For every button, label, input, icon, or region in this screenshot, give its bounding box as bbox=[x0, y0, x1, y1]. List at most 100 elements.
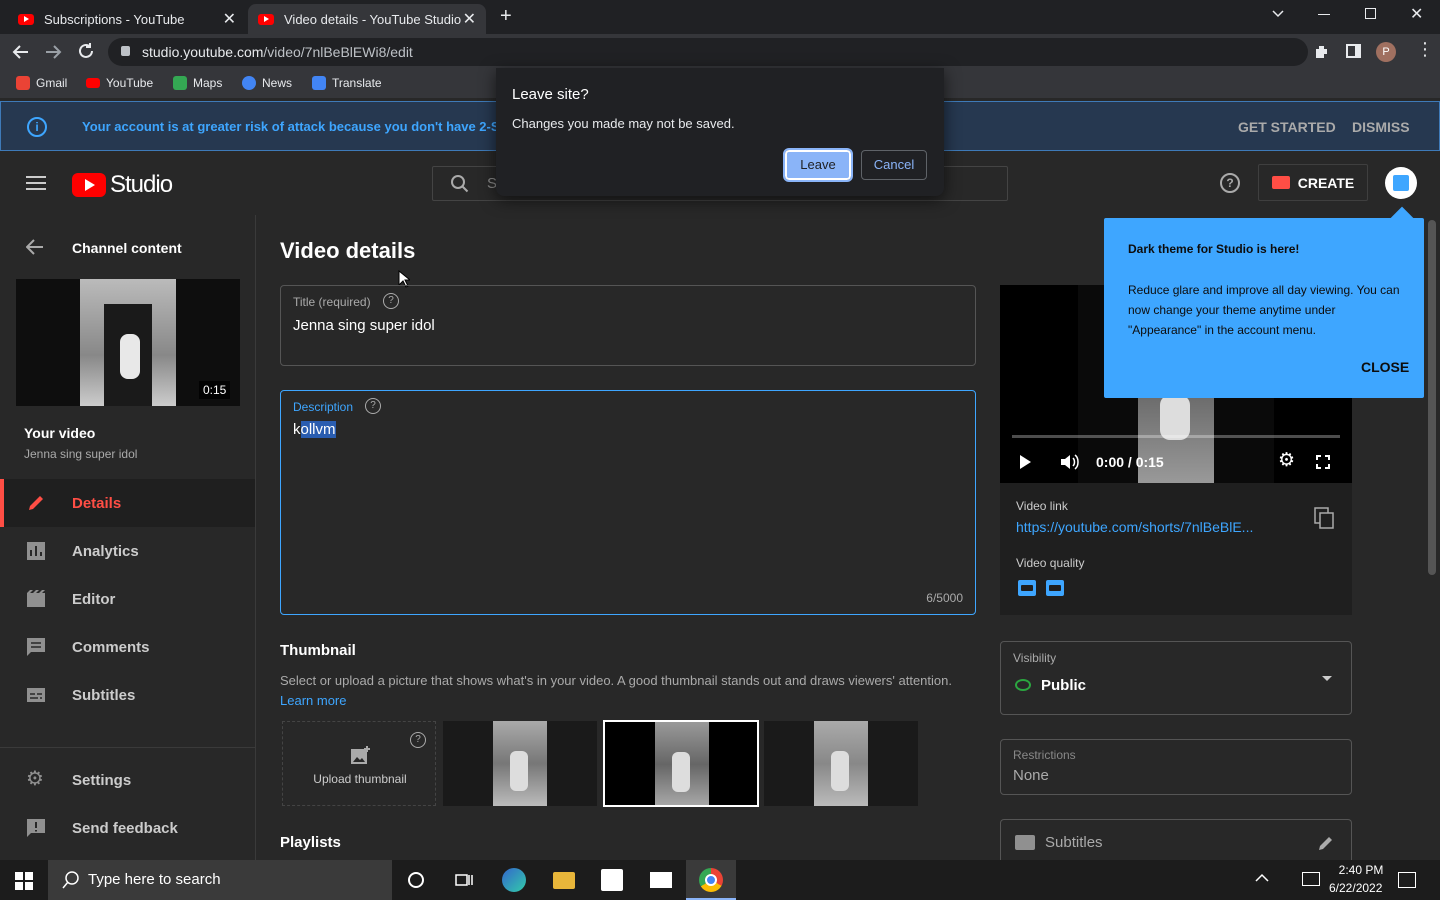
bookmark-label: News bbox=[262, 76, 293, 90]
help-icon[interactable]: ? bbox=[1220, 173, 1240, 193]
learn-more-link[interactable]: Learn more bbox=[280, 693, 346, 708]
bookmark-youtube[interactable]: YouTube bbox=[86, 76, 153, 90]
gear-icon: ⚙ bbox=[26, 768, 44, 790]
sidebar-item-comments[interactable]: Comments bbox=[0, 623, 255, 671]
bookmark-label: Maps bbox=[193, 76, 223, 90]
title-field[interactable]: Title (required) ? Jenna sing super idol bbox=[280, 285, 976, 366]
sidebar-item-analytics[interactable]: Analytics bbox=[0, 527, 255, 575]
upload-thumbnail-button[interactable]: ? Upload thumbnail bbox=[282, 721, 436, 806]
tab-search-chevron-icon[interactable] bbox=[1271, 6, 1285, 20]
bookmark-maps[interactable]: Maps bbox=[173, 76, 222, 90]
network-icon[interactable] bbox=[1302, 872, 1320, 886]
taskbar-time[interactable]: 2:40 PM bbox=[1333, 863, 1389, 877]
tab-subscriptions[interactable]: Subscriptions - YouTube ✕ bbox=[8, 4, 246, 34]
url-bar[interactable]: studio.youtube.com/video/7nlBeBlEWi8/edi… bbox=[108, 38, 1308, 66]
sidebar-item-send-feedback[interactable]: Send feedback bbox=[0, 804, 255, 852]
cortana-icon[interactable] bbox=[408, 872, 424, 888]
auto-thumbnail-3[interactable] bbox=[764, 721, 918, 806]
tooltip-close-button[interactable]: CLOSE bbox=[1361, 359, 1409, 375]
back-arrow-icon[interactable] bbox=[26, 239, 44, 255]
bookmark-translate[interactable]: Translate bbox=[312, 76, 382, 90]
leave-button[interactable]: Leave bbox=[783, 148, 853, 182]
mail-icon[interactable] bbox=[650, 872, 672, 888]
thumbnail-dancer bbox=[831, 751, 849, 791]
time-display: 0:00 / 0:15 bbox=[1096, 454, 1164, 470]
chrome-taskbar-item[interactable] bbox=[686, 860, 736, 900]
edit-pencil-icon[interactable] bbox=[1317, 834, 1335, 852]
hamburger-menu-icon[interactable] bbox=[26, 175, 46, 191]
browser-menu-icon[interactable]: ⋮ bbox=[1416, 40, 1434, 58]
sidebar-item-label: Subtitles bbox=[72, 686, 136, 704]
tab-video-details[interactable]: Video details - YouTube Studio ✕ bbox=[248, 4, 486, 34]
visibility-dropdown[interactable]: Visibility Public bbox=[1000, 641, 1352, 715]
auto-thumbnail-2-selected[interactable] bbox=[603, 720, 759, 807]
minimize-icon[interactable] bbox=[1318, 14, 1330, 15]
description-input[interactable]: kollvm bbox=[293, 421, 336, 438]
back-icon[interactable] bbox=[12, 43, 30, 61]
thumbnail-dancer bbox=[672, 752, 690, 792]
create-button[interactable]: CREATE bbox=[1258, 164, 1368, 201]
restore-icon[interactable] bbox=[1365, 8, 1376, 19]
youtube-favicon-icon bbox=[18, 13, 34, 25]
subtitles-field[interactable]: Subtitles bbox=[1000, 819, 1352, 863]
logo-text: Studio bbox=[110, 171, 173, 198]
description-selection: ollvm bbox=[300, 421, 336, 438]
settings-gear-icon[interactable]: ⚙ bbox=[1278, 451, 1295, 471]
page-scrollbar[interactable] bbox=[1428, 220, 1436, 575]
dialog-message: Changes you made may not be saved. bbox=[512, 116, 735, 131]
taskbar-search-box[interactable]: Type here to search bbox=[48, 860, 392, 900]
comments-icon bbox=[26, 637, 46, 657]
title-help-icon[interactable]: ? bbox=[383, 293, 399, 309]
dismiss-button[interactable]: DISMISS bbox=[1352, 119, 1410, 135]
description-field[interactable]: Description ? kollvm 6/5000 bbox=[280, 390, 976, 615]
side-panel-icon[interactable] bbox=[1346, 44, 1361, 58]
tab-title: Video details - YouTube Studio bbox=[284, 11, 462, 27]
reload-icon[interactable] bbox=[77, 42, 95, 60]
video-thumbnail[interactable]: 0:15 bbox=[16, 279, 240, 406]
channel-content-link[interactable]: Channel content bbox=[72, 240, 182, 256]
task-view-icon[interactable] bbox=[455, 872, 473, 888]
close-window-icon[interactable]: ✕ bbox=[1410, 4, 1423, 24]
title-label: Title (required) bbox=[293, 295, 371, 309]
new-tab-icon[interactable]: + bbox=[500, 5, 512, 28]
file-explorer-icon[interactable] bbox=[553, 872, 575, 889]
restrictions-field[interactable]: Restrictions None bbox=[1000, 739, 1352, 795]
banner-message: Your account is at greater risk of attac… bbox=[82, 119, 532, 134]
extensions-icon[interactable] bbox=[1313, 43, 1331, 61]
edge-icon[interactable] bbox=[502, 868, 526, 892]
sidebar-item-settings[interactable]: ⚙ Settings bbox=[0, 756, 255, 804]
bookmark-label: Translate bbox=[332, 76, 382, 90]
volume-icon[interactable] bbox=[1060, 453, 1080, 471]
taskbar-date[interactable]: 6/22/2022 bbox=[1329, 881, 1382, 895]
upload-help-icon[interactable]: ? bbox=[410, 732, 426, 748]
close-tab-icon[interactable]: ✕ bbox=[463, 9, 476, 29]
close-tab-icon[interactable]: ✕ bbox=[223, 9, 236, 29]
title-input[interactable]: Jenna sing super idol bbox=[293, 317, 435, 334]
forward-icon[interactable] bbox=[44, 43, 62, 61]
auto-thumbnail-1[interactable] bbox=[443, 721, 597, 806]
progress-bar[interactable] bbox=[1012, 435, 1340, 438]
maps-icon bbox=[173, 76, 187, 90]
notifications-icon[interactable] bbox=[1398, 872, 1416, 888]
sidebar-item-details[interactable]: Details bbox=[0, 479, 255, 527]
copy-icon[interactable] bbox=[1314, 507, 1334, 529]
play-icon[interactable] bbox=[1020, 455, 1031, 469]
bookmark-gmail[interactable]: Gmail bbox=[16, 76, 67, 90]
sidebar-item-editor[interactable]: Editor bbox=[0, 575, 255, 623]
profile-avatar[interactable]: P bbox=[1376, 42, 1396, 62]
windows-start-icon[interactable] bbox=[15, 872, 33, 890]
video-link[interactable]: https://youtube.com/shorts/7nlBeBlE... bbox=[1016, 519, 1253, 535]
sidebar-item-subtitles[interactable]: Subtitles bbox=[0, 671, 255, 719]
cancel-button[interactable]: Cancel bbox=[861, 150, 927, 180]
sd-badge-icon bbox=[1021, 585, 1033, 591]
tray-chevron-icon[interactable] bbox=[1255, 872, 1269, 884]
fullscreen-icon[interactable] bbox=[1316, 455, 1330, 469]
studio-logo[interactable]: Studio bbox=[72, 171, 173, 199]
pencil-icon bbox=[26, 493, 46, 513]
account-avatar[interactable] bbox=[1385, 167, 1417, 199]
get-started-button[interactable]: GET STARTED bbox=[1238, 119, 1336, 135]
store-icon[interactable] bbox=[601, 869, 623, 891]
bookmark-news[interactable]: News bbox=[242, 76, 292, 90]
description-help-icon[interactable]: ? bbox=[365, 398, 381, 414]
subtitles-field-label: Subtitles bbox=[1045, 834, 1103, 851]
